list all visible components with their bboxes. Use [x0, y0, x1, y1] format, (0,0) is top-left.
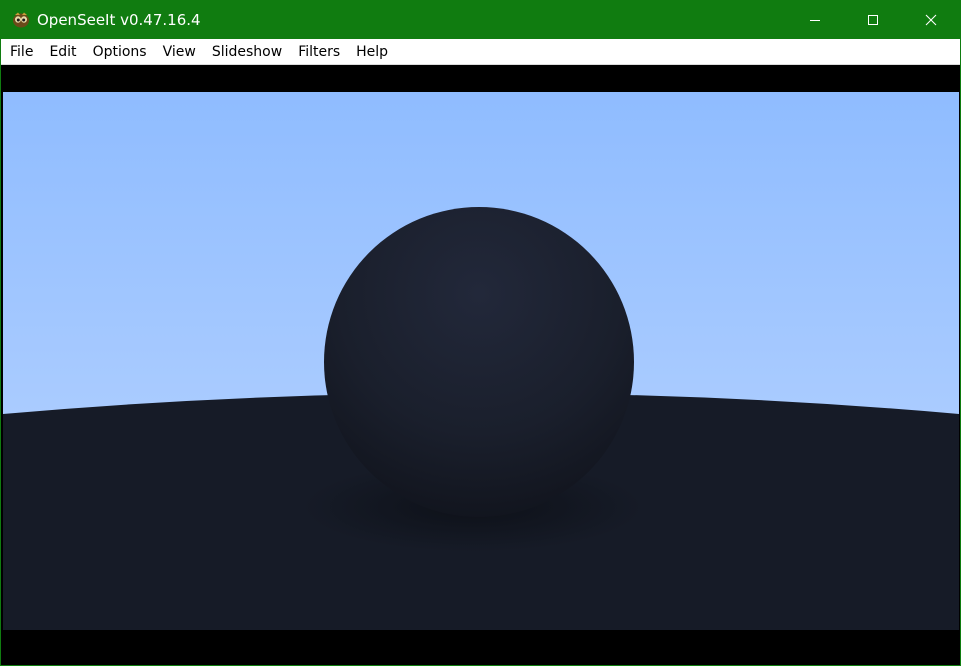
menu-edit[interactable]: Edit	[41, 42, 84, 62]
menu-slideshow[interactable]: Slideshow	[204, 42, 290, 62]
close-button[interactable]	[902, 1, 960, 39]
minimize-button[interactable]	[786, 1, 844, 39]
dark-sphere	[324, 207, 634, 517]
menu-bar: File Edit Options View Slideshow Filters…	[1, 39, 960, 65]
minimize-icon	[810, 20, 820, 21]
menu-file[interactable]: File	[1, 42, 41, 62]
image-viewport[interactable]	[1, 65, 960, 665]
app-window: OpenSeeIt v0.47.16.4 File Edit Options V…	[0, 0, 961, 666]
menu-options[interactable]: Options	[85, 42, 155, 62]
title-bar[interactable]: OpenSeeIt v0.47.16.4	[1, 1, 960, 39]
maximize-button[interactable]	[844, 1, 902, 39]
menu-view[interactable]: View	[155, 42, 204, 62]
window-title: OpenSeeIt v0.47.16.4	[37, 11, 201, 29]
menu-help[interactable]: Help	[348, 42, 396, 62]
close-icon	[925, 14, 937, 26]
maximize-icon	[868, 15, 878, 25]
menu-filters[interactable]: Filters	[290, 42, 348, 62]
displayed-image	[3, 92, 959, 630]
app-icon[interactable]	[12, 11, 30, 29]
